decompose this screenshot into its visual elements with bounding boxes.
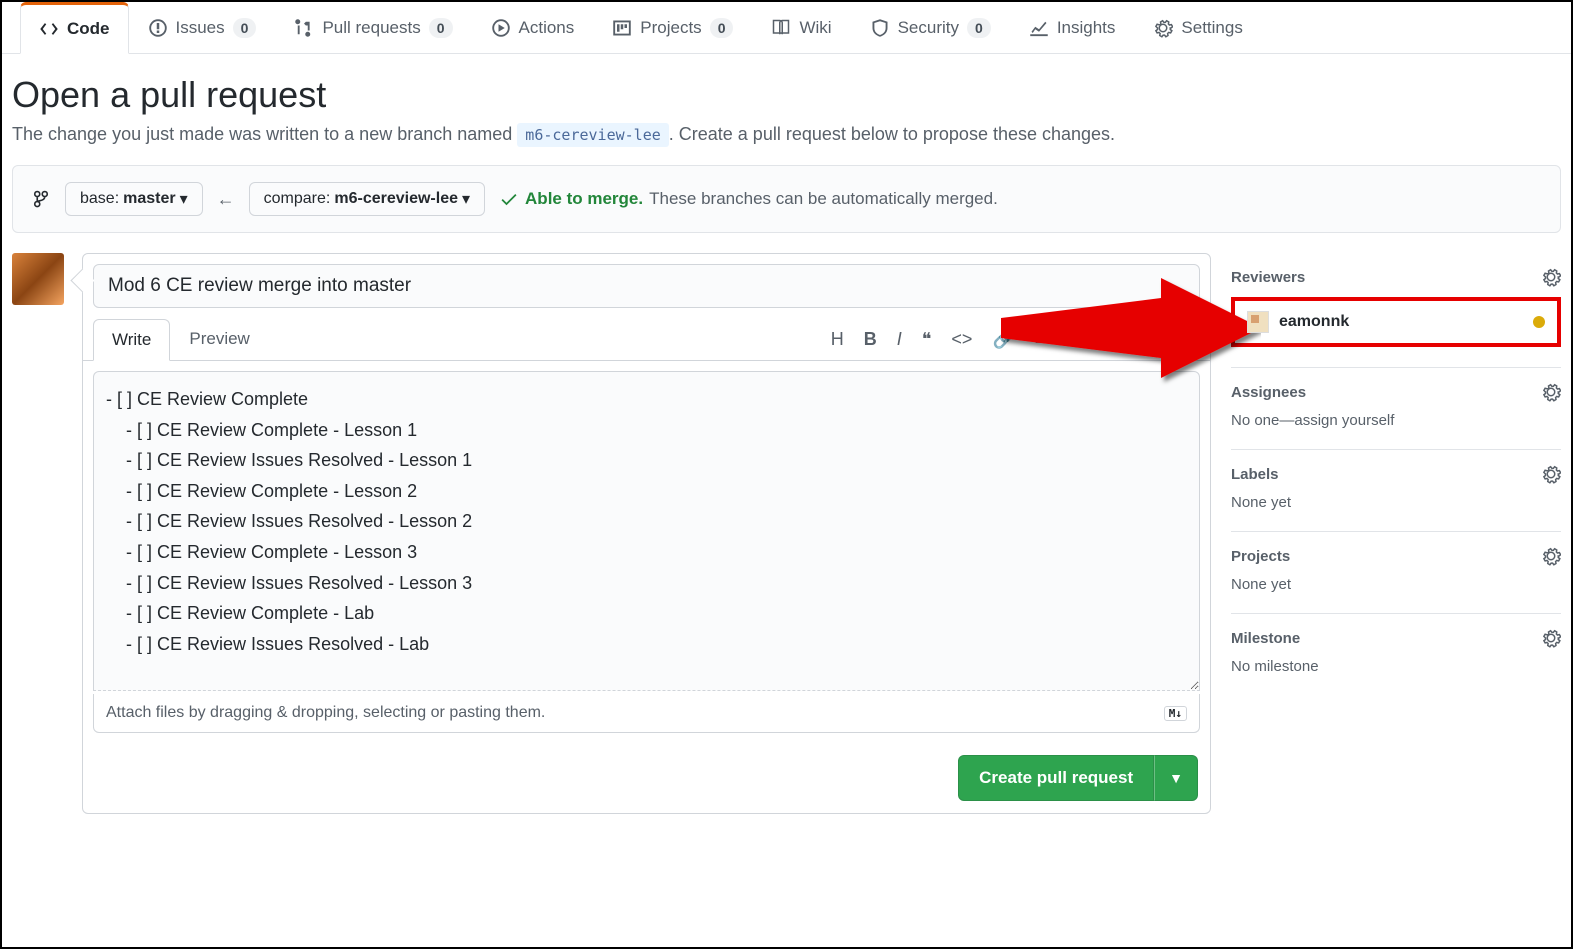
pr-form: Write Preview H B I ❝ <> 🔗 xyxy=(82,253,1211,814)
assignees-title: Assignees xyxy=(1231,384,1306,401)
tab-settings[interactable]: Settings xyxy=(1134,2,1261,53)
check-icon xyxy=(499,189,519,209)
avatar xyxy=(12,253,64,305)
compare-bar: base: master▾ ← compare: m6-cereview-lee… xyxy=(12,165,1561,233)
reviewers-gear-icon[interactable] xyxy=(1541,267,1561,287)
markdown-badge-icon[interactable]: M↓ xyxy=(1164,706,1187,721)
link-icon[interactable]: 🔗 xyxy=(992,329,1014,350)
tab-code[interactable]: Code xyxy=(20,2,129,54)
gear-icon xyxy=(1153,18,1173,38)
labels-empty: None yet xyxy=(1231,494,1561,511)
tab-wiki[interactable]: Wiki xyxy=(752,2,850,53)
merge-status: Able to merge. These branches can be aut… xyxy=(499,189,998,209)
tab-actions[interactable]: Actions xyxy=(472,2,594,53)
milestone-empty: No milestone xyxy=(1231,658,1561,675)
reviewers-title: Reviewers xyxy=(1231,269,1305,286)
assign-yourself-link[interactable]: No one—assign yourself xyxy=(1231,412,1561,429)
create-pr-caret[interactable]: ▼ xyxy=(1154,755,1198,801)
shield-icon xyxy=(870,18,890,38)
project-icon xyxy=(612,18,632,38)
arrow-left-icon: ← xyxy=(217,189,235,210)
attach-area[interactable]: Attach files by dragging & dropping, sel… xyxy=(93,694,1200,733)
page-title: Open a pull request xyxy=(12,74,1561,116)
projects-gear-icon[interactable] xyxy=(1541,546,1561,566)
reviewer-avatar xyxy=(1247,311,1269,333)
bold-icon[interactable]: B xyxy=(864,329,877,350)
page-subtext: The change you just made was written to … xyxy=(12,124,1561,145)
labels-title: Labels xyxy=(1231,466,1279,483)
milestone-title: Milestone xyxy=(1231,630,1300,647)
tab-security[interactable]: Security0 xyxy=(851,2,1010,53)
branch-name: m6-cereview-lee xyxy=(517,123,668,147)
issue-icon xyxy=(148,18,168,38)
repo-tabs: CodeIssues0Pull requests0ActionsProjects… xyxy=(2,2,1571,54)
quote-icon[interactable]: ❝ xyxy=(922,329,932,350)
tab-issues[interactable]: Issues0 xyxy=(129,2,276,53)
reference-icon[interactable]: ↪ xyxy=(1175,329,1190,350)
compare-icon xyxy=(31,189,51,209)
base-branch-select[interactable]: base: master▾ xyxy=(65,182,203,216)
md-toolbar: H B I ❝ <> 🔗 ≡ ≣ ☑ xyxy=(831,329,1200,350)
code-icon xyxy=(39,19,59,39)
labels-gear-icon[interactable] xyxy=(1541,464,1561,484)
tab-insights[interactable]: Insights xyxy=(1010,2,1135,53)
task-icon[interactable]: ☑ xyxy=(1100,329,1116,350)
tab-projects[interactable]: Projects0 xyxy=(593,2,752,53)
italic-icon[interactable]: I xyxy=(897,329,902,350)
tab-pull-requests[interactable]: Pull requests0 xyxy=(275,2,471,53)
compare-branch-select[interactable]: compare: m6-cereview-lee▾ xyxy=(249,182,485,216)
mention-icon[interactable]: @ xyxy=(1137,329,1155,350)
play-icon xyxy=(491,18,511,38)
pr-body-textarea[interactable] xyxy=(93,371,1200,691)
tab-preview[interactable]: Preview xyxy=(170,318,268,360)
wiki-icon xyxy=(771,18,791,38)
ul-icon[interactable]: ≡ xyxy=(1035,329,1046,350)
ol-icon[interactable]: ≣ xyxy=(1065,329,1080,350)
create-pr-button[interactable]: Create pull request xyxy=(958,755,1154,801)
tab-write[interactable]: Write xyxy=(93,319,170,361)
milestone-gear-icon[interactable] xyxy=(1541,628,1561,648)
reviewer-item[interactable]: eamonnk xyxy=(1231,297,1561,347)
projects-empty: None yet xyxy=(1231,576,1561,593)
assignees-gear-icon[interactable] xyxy=(1541,382,1561,402)
pr-icon xyxy=(294,18,314,38)
projects-title: Projects xyxy=(1231,548,1290,565)
code-icon[interactable]: <> xyxy=(951,329,972,350)
sidebar: Reviewers eamonnk Assignees No one—assig… xyxy=(1231,253,1561,814)
graph-icon xyxy=(1029,18,1049,38)
pr-title-input[interactable] xyxy=(93,264,1200,308)
pending-dot-icon xyxy=(1533,316,1545,328)
heading-icon[interactable]: H xyxy=(831,329,844,350)
